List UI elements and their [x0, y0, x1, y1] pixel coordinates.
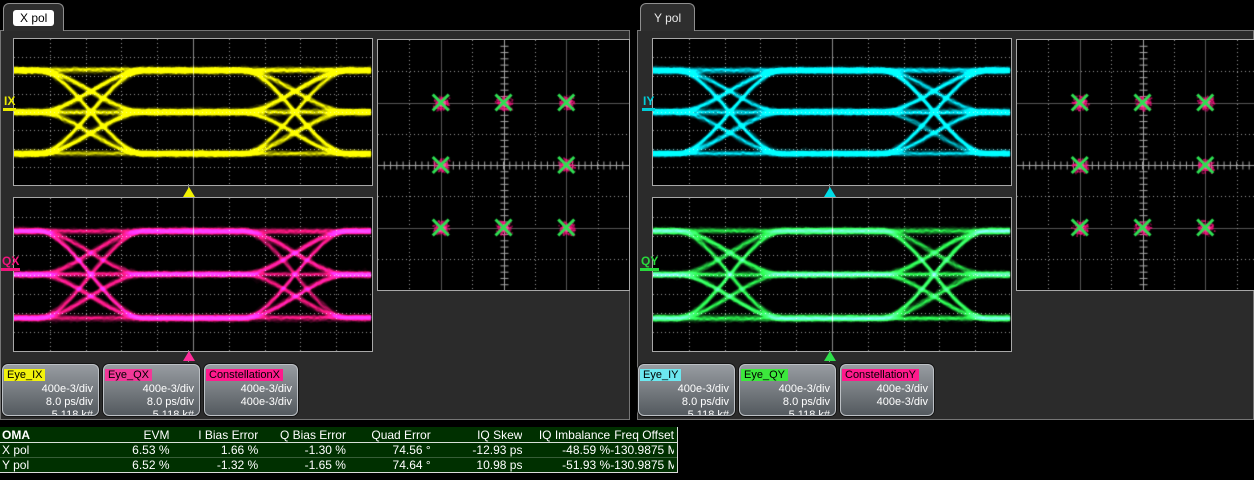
badge-eye-iy-label: Eye_IY — [640, 369, 681, 381]
cell-iq-skew: -12.93 ps — [431, 443, 523, 457]
badge-eye-iy[interactable]: Eye_IY 400e-3/div 8.0 ps/div 5.118 k# — [638, 364, 735, 416]
cell-freq-offset: -130.9875 MHz — [610, 443, 674, 457]
badge-eye-qx[interactable]: Eye_QX 400e-3/div 8.0 ps/div 5.118 k# — [103, 364, 200, 416]
badge-eye-qy-label: Eye_QY — [741, 369, 788, 381]
tab-y-pol[interactable]: Y pol — [640, 3, 695, 31]
table-row-xpol: X pol 6.53 % 1.66 % -1.30 % 74.56 ° -12.… — [0, 443, 677, 457]
cell-q-bias: -1.30 % — [258, 443, 346, 457]
table-title: OMA — [0, 428, 102, 442]
tab-x-pol[interactable]: X pol — [3, 3, 64, 31]
badge-eye-ix-label: Eye_IX — [4, 369, 45, 381]
badge-scale-line: 400e-3/div — [740, 383, 835, 396]
cell-freq-offset: -130.9875 MHz — [610, 458, 674, 472]
cell-evm: 6.52 % — [102, 458, 170, 472]
badge-scale-line: 400e-3/div — [639, 383, 734, 396]
trace-label-iy[interactable]: IY — [642, 95, 655, 111]
column-header: I Bias Error — [170, 428, 259, 442]
badge-scale-line: 5.118 k# — [639, 409, 734, 416]
oma-screen: X pol Y pol IX QX IY QY Eye_IX 400e-3/di… — [0, 0, 1254, 480]
cell-iq-imbalance: -48.59 % — [522, 443, 610, 457]
constellation-x-plot[interactable] — [377, 39, 630, 291]
badge-constellation-x-label: ConstellationX — [206, 369, 283, 381]
badge-eye-ix[interactable]: Eye_IX 400e-3/div 8.0 ps/div 5.118 k# — [2, 364, 99, 416]
column-header: Quad Error — [346, 428, 431, 442]
marker-triangle-icon-qy[interactable] — [824, 351, 836, 361]
eye-diagram-qy[interactable] — [652, 197, 1012, 352]
eye-diagram-qx[interactable] — [13, 197, 373, 352]
table-row-ypol: Y pol 6.52 % -1.32 % -1.65 % 74.64 ° 10.… — [0, 457, 677, 472]
badge-scale-line: 400e-3/div — [205, 396, 297, 409]
row-label: X pol — [0, 443, 102, 457]
badge-eye-qy[interactable]: Eye_QY 400e-3/div 8.0 ps/div 5.118 k# — [739, 364, 836, 416]
tab-x-pol-label: X pol — [13, 10, 54, 26]
badge-scale-line: 400e-3/div — [841, 383, 933, 396]
cell-iq-skew: 10.98 ps — [431, 458, 523, 472]
trace-label-qy[interactable]: QY — [640, 255, 659, 271]
badge-scale-line: 5.118 k# — [104, 409, 199, 416]
badge-constellation-x[interactable]: ConstellationX 400e-3/div 400e-3/div — [204, 364, 298, 416]
badge-constellation-y-label: ConstellationY — [842, 369, 919, 381]
cell-evm: 6.53 % — [102, 443, 170, 457]
badge-constellation-y[interactable]: ConstellationY 400e-3/div 400e-3/div — [840, 364, 934, 416]
badge-scale-line: 400e-3/div — [841, 396, 933, 409]
badge-eye-qx-label: Eye_QX — [105, 369, 152, 381]
constellation-y-plot[interactable] — [1016, 39, 1254, 291]
cell-quad-error: 74.64 ° — [346, 458, 431, 472]
badge-scale-line: 5.118 k# — [3, 409, 98, 416]
badge-scale-line: 8.0 ps/div — [104, 396, 199, 409]
marker-triangle-icon-iy[interactable] — [824, 187, 836, 197]
trace-label-qx[interactable]: QX — [1, 255, 20, 271]
marker-triangle-icon-ix[interactable] — [183, 187, 195, 197]
tab-y-pol-label: Y pol — [650, 10, 685, 26]
cell-iq-imbalance: -51.93 % — [522, 458, 610, 472]
column-header: IQ Imbalance — [522, 428, 610, 442]
cell-i-bias: 1.66 % — [170, 443, 259, 457]
badge-scale-line: 400e-3/div — [104, 383, 199, 396]
cell-q-bias: -1.65 % — [258, 458, 346, 472]
marker-triangle-icon-qx[interactable] — [183, 351, 195, 361]
column-header: Q Bias Error — [258, 428, 346, 442]
eye-diagram-iy[interactable] — [652, 38, 1012, 186]
cell-quad-error: 74.56 ° — [346, 443, 431, 457]
badge-scale-line: 400e-3/div — [3, 383, 98, 396]
badge-scale-line: 8.0 ps/div — [3, 396, 98, 409]
badge-scale-line: 5.118 k# — [740, 409, 835, 416]
column-header: EVM — [102, 428, 170, 442]
column-header: Freq Offset — [610, 428, 674, 442]
column-header: IQ Skew — [431, 428, 523, 442]
table-header-row: OMA EVM I Bias Error Q Bias Error Quad E… — [0, 427, 677, 443]
cell-i-bias: -1.32 % — [170, 458, 259, 472]
badge-scale-line: 8.0 ps/div — [740, 396, 835, 409]
measurement-table: OMA EVM I Bias Error Q Bias Error Quad E… — [0, 427, 678, 473]
row-label: Y pol — [0, 458, 102, 472]
badge-scale-line: 400e-3/div — [205, 383, 297, 396]
badge-scale-line: 8.0 ps/div — [639, 396, 734, 409]
eye-diagram-ix[interactable] — [13, 38, 373, 186]
trace-label-ix[interactable]: IX — [3, 95, 16, 111]
